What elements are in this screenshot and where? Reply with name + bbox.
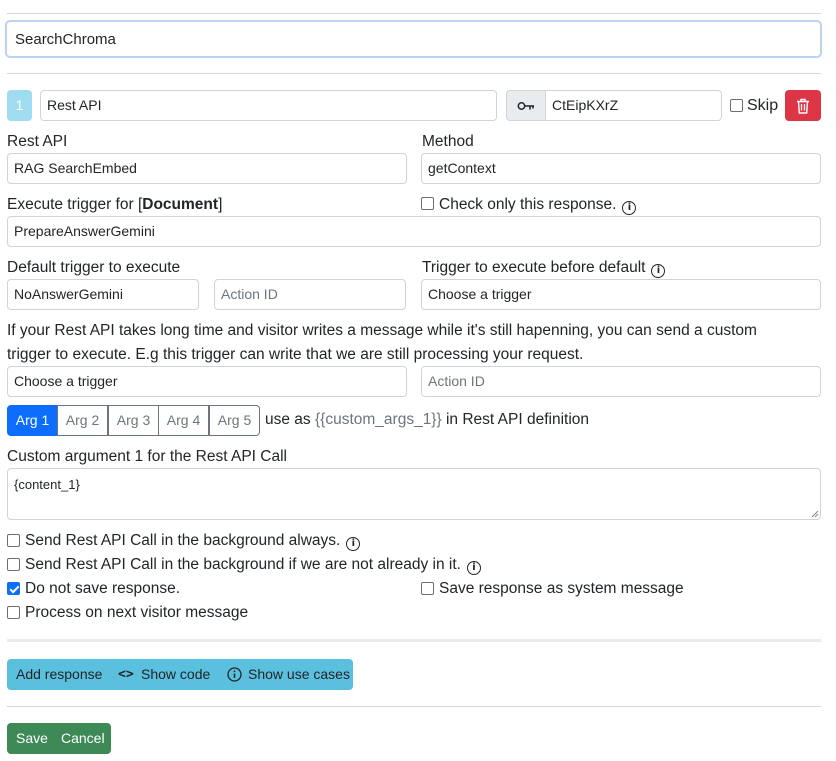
arg-tab-1[interactable]: Arg 1 [7, 405, 58, 436]
skip-checkbox[interactable] [730, 99, 743, 112]
code-icon: <> [118, 667, 134, 682]
method-label: Method [422, 133, 474, 150]
trash-icon [797, 98, 809, 114]
arg-tab-2[interactable]: Arg 2 [57, 405, 108, 436]
response-key-input[interactable]: CtEipKXrZ [545, 90, 722, 121]
save-system-label: Save response as system message [439, 580, 684, 597]
execute-trigger-label: Execute trigger for [Document] [7, 196, 222, 214]
delete-button[interactable] [785, 90, 821, 121]
skip-label: Skip [747, 97, 779, 114]
before-default-select[interactable]: Choose a trigger [421, 279, 821, 310]
process-next-label: Process on next visitor message [25, 604, 249, 621]
info-icon: i [622, 201, 637, 215]
execute-trigger-label-suffix: ] [218, 196, 223, 213]
save-system-checkbox[interactable] [421, 582, 434, 595]
check-only-label: Check only this response. i [439, 196, 637, 215]
bg-if-not-label: Send Rest API Call in the background if … [25, 556, 481, 575]
rest-api-select[interactable]: RAG SearchEmbed [7, 153, 407, 184]
response-index-badge: 1 [7, 90, 32, 121]
bg-always-label: Send Rest API Call in the background alw… [25, 532, 361, 551]
use-as-suffix: in Rest API definition [445, 411, 590, 428]
rest-api-label: Rest API [7, 133, 68, 150]
top-divider [7, 13, 821, 14]
long-time-action-id-input[interactable]: Action ID [421, 366, 821, 397]
bg-if-not-text: Send Rest API Call in the background if … [25, 556, 461, 573]
add-response-button[interactable]: Add response [16, 659, 102, 690]
before-default-label: Trigger to execute before default i [422, 259, 666, 278]
footer-divider [7, 706, 821, 707]
save-button[interactable]: Save [16, 723, 48, 754]
default-action-id-input[interactable]: Action ID [214, 279, 406, 310]
info-icon: i [346, 537, 361, 551]
no-save-label: Do not save response. [25, 580, 181, 597]
method-select[interactable]: getContext [421, 153, 821, 184]
long-time-text-2: trigger to execute. E.g this trigger can… [7, 346, 584, 363]
key-addon [506, 90, 546, 121]
check-only-text: Check only this response. [439, 196, 617, 213]
info-icon: i [466, 561, 481, 575]
bg-if-not-checkbox[interactable] [7, 558, 20, 571]
arg-tab-4[interactable]: Arg 4 [158, 405, 209, 436]
use-as-token: {{custom_args_1}} [314, 411, 442, 428]
default-trigger-select[interactable]: NoAnswerGemini [7, 279, 199, 310]
bg-always-text: Send Rest API Call in the background alw… [25, 532, 341, 549]
use-as-prefix: use as [265, 411, 311, 428]
save-cancel-group: Save Cancel [7, 723, 111, 754]
custom-arg-label: Custom argument 1 for the Rest API Call [7, 448, 287, 465]
arg-tab-3[interactable]: Arg 3 [108, 405, 159, 436]
long-time-trigger-select[interactable]: Choose a trigger [7, 366, 407, 397]
options-divider [7, 639, 821, 642]
check-only-checkbox[interactable] [421, 197, 434, 210]
section-divider [7, 73, 821, 74]
response-name-input[interactable]: Rest API [40, 90, 497, 121]
execute-trigger-label-bold: Document [142, 196, 219, 213]
default-trigger-label: Default trigger to execute [7, 259, 181, 276]
show-use-cases-button[interactable]: Show use cases [248, 659, 350, 690]
show-code-button[interactable]: Show code [141, 659, 210, 690]
bg-always-checkbox[interactable] [7, 534, 20, 547]
no-save-checkbox[interactable] [7, 582, 20, 595]
key-icon [517, 102, 534, 110]
search-input[interactable]: SearchChroma [5, 20, 822, 58]
before-default-text: Trigger to execute before default [422, 259, 646, 276]
info-circle-icon [227, 667, 242, 682]
custom-arg-textarea[interactable]: {content_1} [7, 468, 821, 520]
long-time-text-1: If your Rest API takes long time and vis… [7, 322, 757, 339]
cancel-button[interactable]: Cancel [61, 723, 105, 754]
use-as-text: use as {{custom_args_1}} in Rest API def… [265, 411, 589, 429]
arg-tab-5[interactable]: Arg 5 [209, 405, 260, 436]
process-next-checkbox[interactable] [7, 606, 20, 619]
execute-trigger-label-prefix: Execute trigger for [ [7, 196, 143, 213]
info-icon: i [651, 264, 666, 278]
execute-trigger-select[interactable]: PrepareAnswerGemini [7, 216, 821, 247]
action-button-group: Add response <> Show code Show use cases [7, 659, 353, 690]
resize-handle-icon[interactable] [811, 510, 819, 518]
